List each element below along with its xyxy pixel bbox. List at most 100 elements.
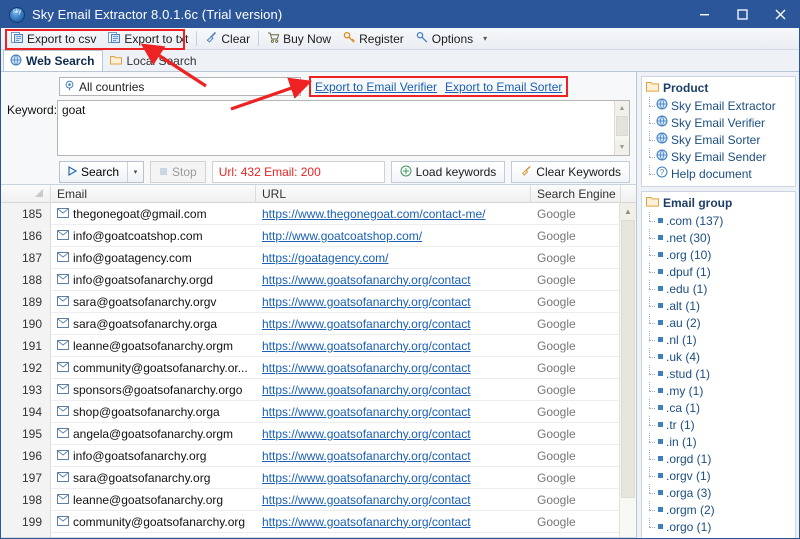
row-email[interactable]: info@goatsofanarchy.org [51, 445, 256, 467]
email-group-item-10[interactable]: .stud (1) [646, 365, 793, 382]
row-url[interactable]: https://www.goatsofanarchy.org/contact [256, 313, 531, 335]
load-keywords-button[interactable]: Load keywords [390, 161, 506, 183]
export-to-email-sorter-link[interactable]: Export to Email Sorter [445, 80, 562, 94]
keyword-scroll-down-icon[interactable]: ▼ [615, 140, 629, 155]
stop-button[interactable]: Stop [150, 161, 206, 183]
row-email[interactable]: leanne@goatsofanarchy.org [51, 489, 256, 511]
row-url[interactable]: https://www.goatsofanarchy.org/contact [256, 291, 531, 313]
row-email[interactable]: leanne@goatsofanarchy.orgm [51, 335, 256, 357]
email-group-item-7[interactable]: .au (2) [646, 314, 793, 331]
column-header-email[interactable]: Email [51, 185, 256, 203]
table-row[interactable]: 196 info@goatsofanarchy.org https://www.go… [1, 444, 636, 467]
country-select[interactable]: All countries ▾ [59, 77, 301, 96]
email-group-item-18[interactable]: .orgm (2) [646, 501, 793, 518]
maximize-icon[interactable] [723, 1, 761, 28]
email-group-item-8[interactable]: .nl (1) [646, 331, 793, 348]
row-url[interactable]: https://www.thegonegoat.com/contact-me/ [256, 203, 531, 225]
table-row[interactable]: 195 angela@goatsofanarchy.orgm https://www… [1, 422, 636, 445]
row-url-link[interactable]: https://www.goatsofanarchy.org/contact [262, 427, 471, 441]
table-row[interactable]: 191 leanne@goatsofanarchy.orgm https://www… [1, 334, 636, 357]
export-to-email-verifier-link[interactable]: Export to Email Verifier [315, 80, 437, 94]
column-header-search-engine[interactable]: Search Engine [531, 185, 621, 203]
results-scrollbar[interactable]: ▲ ▼ [619, 203, 636, 538]
email-group-item-15[interactable]: .orgd (1) [646, 450, 793, 467]
email-group-item-3[interactable]: .org (10) [646, 246, 793, 263]
table-row[interactable]: 200sponsors@goatsofanarchy.orghttps://ww… [1, 532, 636, 539]
search-dropdown-caret-icon[interactable]: ▾ [127, 162, 143, 182]
search-button[interactable]: Search [60, 162, 127, 182]
row-url[interactable]: https://www.goatsofanarchy.org/contact [256, 379, 531, 401]
email-group-item-17[interactable]: .orga (3) [646, 484, 793, 501]
product-item-4[interactable]: Sky Email Sender [646, 148, 793, 165]
clear-button[interactable]: Clear [199, 29, 256, 49]
row-email[interactable]: sponsors@goatsofanarchy.org [51, 533, 256, 538]
table-row[interactable]: 193 sponsors@goatsofanarchy.orgo https://w… [1, 378, 636, 401]
row-url[interactable]: https://www.goatsofanarchy.org/contact [256, 401, 531, 423]
row-url[interactable]: https://www.goatsofanarchy.org/contact [256, 533, 531, 539]
row-url[interactable]: https://www.goatsofanarchy.org/contact [256, 269, 531, 291]
row-email[interactable]: info@goatagency.com [51, 247, 256, 269]
table-row[interactable]: 185 thegonegoat@gmail.com https://www.theg… [1, 203, 636, 225]
row-email[interactable]: community@goatsofanarchy.org [51, 511, 256, 533]
row-url-link[interactable]: https://www.goatsofanarchy.org/contact [262, 449, 471, 463]
row-email[interactable]: sara@goatsofanarchy.orgv [51, 291, 256, 313]
register-button[interactable]: Register [337, 29, 410, 49]
chevron-down-icon[interactable]: ▾ [292, 83, 296, 91]
table-row[interactable]: 188 info@goatsofanarchy.orgd https://www.g… [1, 268, 636, 291]
table-row[interactable]: 197 sara@goatsofanarchy.org https://www.go… [1, 466, 636, 489]
product-item-3[interactable]: Sky Email Sorter [646, 131, 793, 148]
row-url-link[interactable]: http://www.goatcoatshop.com/ [262, 229, 422, 243]
row-url[interactable]: https://www.goatsofanarchy.org/contact [256, 335, 531, 357]
tab-web-search[interactable]: Web Search [3, 50, 104, 71]
row-url[interactable]: https://www.goatsofanarchy.org/contact [256, 467, 531, 489]
row-email[interactable]: community@goatsofanarchy.or... [51, 357, 256, 379]
row-url[interactable]: https://www.goatsofanarchy.org/contact [256, 445, 531, 467]
results-scroll-up-icon[interactable]: ▲ [620, 203, 636, 220]
row-url[interactable]: https://www.goatsofanarchy.org/contact [256, 511, 531, 533]
email-group-item-5[interactable]: .edu (1) [646, 280, 793, 297]
email-group-item-2[interactable]: .net (30) [646, 229, 793, 246]
keyword-input[interactable] [58, 101, 614, 155]
keyword-scroll-track[interactable] [615, 116, 629, 140]
row-url-link[interactable]: https://www.goatsofanarchy.org/contact [262, 273, 471, 287]
options-button[interactable]: Options [410, 29, 479, 49]
table-row[interactable]: 186 info@goatcoatshop.com http://www.goatc… [1, 224, 636, 247]
tab-local-search[interactable]: Local Search [103, 50, 205, 71]
email-group-item-9[interactable]: .uk (4) [646, 348, 793, 365]
row-url-link[interactable]: https://www.goatsofanarchy.org/contact [262, 339, 471, 353]
minimize-icon[interactable] [685, 1, 723, 28]
table-row[interactable]: 187 info@goatagency.com https://goatagency… [1, 246, 636, 269]
row-url[interactable]: https://www.goatsofanarchy.org/contact [256, 489, 531, 511]
row-url-link[interactable]: https://www.goatsofanarchy.org/contact [262, 361, 471, 375]
table-row[interactable]: 194 shop@goatsofanarchy.orga https://www.g… [1, 400, 636, 423]
clear-keywords-button[interactable]: Clear Keywords [511, 161, 630, 183]
product-item-2[interactable]: Sky Email Verifier [646, 114, 793, 131]
email-group-item-19[interactable]: .orgo (1) [646, 518, 793, 535]
close-icon[interactable] [761, 1, 799, 28]
table-row[interactable]: 198 leanne@goatsofanarchy.org https://www.… [1, 488, 636, 511]
row-email[interactable]: info@goatcoatshop.com [51, 225, 256, 247]
keyword-scroll-up-icon[interactable]: ▲ [615, 101, 629, 116]
results-scroll-thumb[interactable] [621, 220, 635, 498]
column-header-url[interactable]: URL [256, 185, 531, 203]
email-group-item-16[interactable]: .orgv (1) [646, 467, 793, 484]
row-url-link[interactable]: https://www.goatsofanarchy.org/contact [262, 295, 471, 309]
email-group-item-6[interactable]: .alt (1) [646, 297, 793, 314]
email-group-item-11[interactable]: .my (1) [646, 382, 793, 399]
table-row[interactable]: 199 community@goatsofanarchy.org https://w… [1, 510, 636, 533]
export-to-txt-button[interactable]: Export to txt [102, 29, 194, 49]
table-row[interactable]: 192 community@goatsofanarchy.or... https:/… [1, 356, 636, 379]
email-group-item-13[interactable]: .tr (1) [646, 416, 793, 433]
results-scroll-track[interactable] [620, 220, 636, 538]
row-email[interactable]: sponsors@goatsofanarchy.orgo [51, 379, 256, 401]
email-group-item-4[interactable]: .dpuf (1) [646, 263, 793, 280]
toolbar-overflow-caret-icon[interactable]: ▾ [479, 34, 491, 43]
row-email[interactable]: thegonegoat@gmail.com [51, 203, 256, 225]
table-row[interactable]: 190 sara@goatsofanarchy.orga https://www.g… [1, 312, 636, 335]
keyword-scrollbar[interactable]: ▲ ▼ [614, 101, 629, 155]
row-url-link[interactable]: https://www.goatsofanarchy.org/contact [262, 317, 471, 331]
row-email[interactable]: sara@goatsofanarchy.org [51, 467, 256, 489]
email-group-item-12[interactable]: .ca (1) [646, 399, 793, 416]
row-url[interactable]: https://goatagency.com/ [256, 247, 531, 269]
product-item-5[interactable]: ? Help document [646, 165, 793, 182]
